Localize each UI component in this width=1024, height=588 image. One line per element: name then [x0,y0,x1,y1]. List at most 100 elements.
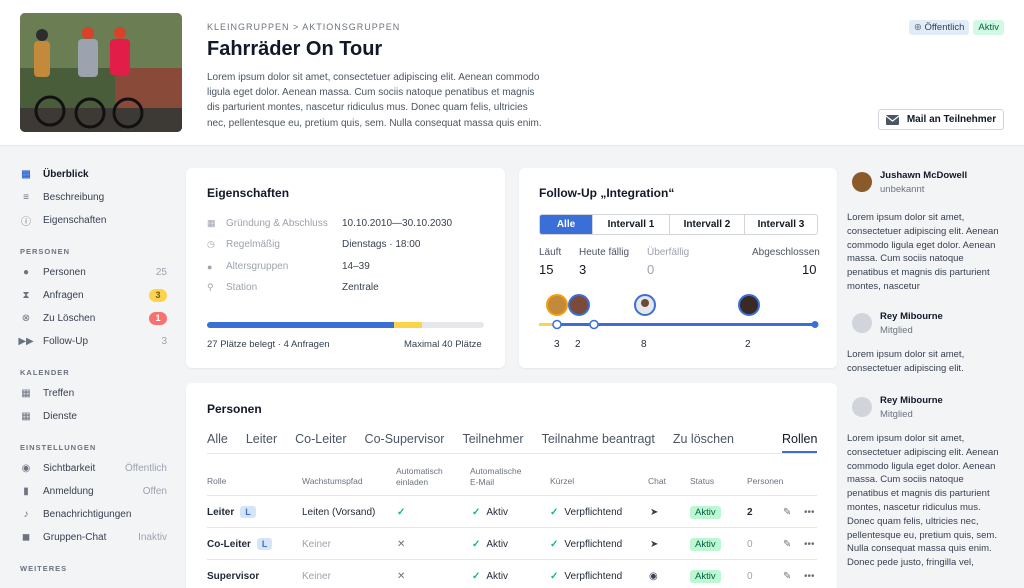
check-icon: ✓ [397,506,406,518]
eye-icon: ◉ [21,462,31,474]
edit-icon[interactable]: ✎ [783,528,791,560]
stat-due-label: Heute fällig [579,247,630,258]
tab-interval-1[interactable]: Intervall 1 [592,215,669,234]
breadcrumb[interactable]: KLEINGRUPPEN > AKTIONSGRUPPEN [207,22,400,32]
more-icon[interactable]: ••• [804,560,815,588]
check-icon: ✓ [550,506,559,518]
sidebar-item-registration[interactable]: ▮ Anmeldung Offen [20,481,167,501]
tab-co-leader[interactable]: Co-Leiter [295,432,346,446]
check-icon: ✓ [550,538,559,550]
clock-icon: ◷ [207,239,215,249]
hourglass-icon: ⧗ [22,289,30,301]
sidebar-section-calendar: KALENDER [20,368,70,377]
sidebar-item-requests[interactable]: ⧗ Anfragen 3 [20,285,167,305]
activity-author[interactable]: Rey Mibourne [880,311,943,322]
info-icon: ⓘ [21,216,31,228]
fast-forward-icon: ▶▶ [18,335,34,347]
capacity-requests [394,322,422,328]
tab-roles[interactable]: Rollen [782,432,818,453]
sidebar-item-overview[interactable]: ▦ Überblick [20,164,167,184]
stat-running-label: Läuft [539,247,562,258]
col-path[interactable]: Wachstumspfad [302,476,363,487]
tab-interval-2[interactable]: Intervall 2 [669,215,744,234]
col-role[interactable]: Rolle [207,476,226,487]
followup-timeline [539,294,819,330]
avatar[interactable] [634,294,656,316]
avatar[interactable] [852,313,872,333]
stat-due-value: 3 [579,262,587,277]
sidebar-item-meetings[interactable]: ▦ Treffen [20,383,167,403]
mail-participants-button[interactable]: Mail an Teilnehmer [878,109,1004,130]
table-row[interactable]: Supervisor Keiner ✕ ✓ Aktiv ✓ Verpflichten… [207,559,817,588]
check-icon: ✓ [550,570,559,582]
properties-title: Eigenschaften [207,186,290,200]
sidebar-item-visibility[interactable]: ◉ Sichtbarkeit Öffentlich [20,458,167,478]
sidebar-item-follow-up[interactable]: ▶▶ Follow-Up 3 [18,331,167,351]
visibility-badge: ⊕ Öffentlich [908,20,970,35]
globe-icon: ⊕ [913,22,925,33]
role-badge: L [240,506,256,518]
activity-author[interactable]: Rey Mibourne [880,395,943,406]
tab-co-supervisor[interactable]: Co-Supervisor [365,432,445,446]
col-auto-invite[interactable]: Automatisch einladen [396,466,454,488]
group-icon: ● [207,261,213,272]
capacity-filled [207,322,394,328]
tab-all[interactable]: Alle [540,215,592,234]
sidebar-item-persons[interactable]: ● Personen 25 [20,262,167,282]
avatar[interactable] [852,172,872,192]
col-status[interactable]: Status [690,476,714,487]
persons-title: Personen [207,402,262,416]
edit-icon[interactable]: ✎ [783,496,791,528]
group-description: Lorem ipsum dolor sit amet, consectetuer… [207,72,542,129]
activity-text: Lorem ipsum dolor sit amet, consectetuer… [847,349,965,374]
stat-running-value: 15 [539,262,554,277]
user-icon: ● [22,266,30,278]
stat-overdue-label: Überfällig [647,247,690,258]
group-header: KLEINGRUPPEN > AKTIONSGRUPPEN Fahrräder … [0,0,1024,146]
activity-role: Mitglied [880,409,913,420]
col-shortcode[interactable]: Kürzel [550,476,574,487]
sidebar-item-services[interactable]: ▦ Dienste [20,406,167,426]
group-photo [20,13,182,132]
page-title: Fahrräder On Tour [207,38,383,60]
sidebar-item-notifications[interactable]: ♪ Benachrichtigungen [20,504,167,524]
sidebar-item-description[interactable]: ≡ Beschreibung [20,187,167,207]
col-persons[interactable]: Personen [747,476,783,487]
more-icon[interactable]: ••• [804,528,815,560]
calendar-icon: ▦ [21,410,31,422]
calendar-icon: ▦ [207,218,216,228]
activity-text: Lorem ipsum dolor sit amet, consectetuer… [847,212,999,292]
tab-participants[interactable]: Teilnehmer [462,432,523,446]
grid-icon: ▦ [21,168,31,180]
send-icon[interactable]: ➤ [650,496,658,528]
avatar[interactable] [852,397,872,417]
activity-author[interactable]: Jushawn McDowell [880,170,967,181]
tab-requested[interactable]: Teilnahme beantragt [542,432,655,446]
tab-all[interactable]: Alle [207,432,228,446]
status-badge: Aktiv [690,537,721,551]
avatar[interactable] [546,294,568,316]
bell-icon: ♪ [23,508,29,520]
sidebar-item-group-chat[interactable]: ◼ Gruppen-Chat Inaktiv [20,527,167,547]
tab-to-delete[interactable]: Zu löschen [673,432,734,446]
delete-circle-icon: ⊗ [21,312,31,324]
col-chat[interactable]: Chat [648,476,666,487]
activity-role: unbekannt [880,184,925,195]
eye-icon[interactable]: ◉ [649,560,658,588]
tab-interval-3[interactable]: Intervall 3 [744,215,817,234]
col-auto-email[interactable]: Automatische E-Mail [470,466,530,488]
sidebar-item-to-delete[interactable]: ⊗ Zu Löschen 1 [20,308,167,328]
cross-icon: ✕ [397,538,406,550]
send-icon[interactable]: ➤ [650,528,658,560]
sidebar-section-more: WEITERES [20,564,68,573]
tab-leader[interactable]: Leiter [246,432,277,446]
avatar[interactable] [568,294,590,316]
edit-icon[interactable]: ✎ [783,560,791,588]
sidebar-item-properties[interactable]: ⓘ Eigenschaften [20,210,167,230]
table-row[interactable]: Leiter L Leiten (Vorsand) ✓ ✓ Aktiv ✓ Verpf… [207,495,817,527]
pin-icon: ⚲ [207,282,214,292]
avatar[interactable] [738,294,760,316]
table-row[interactable]: Co-Leiter L Keiner ✕ ✓ Aktiv ✓ Verpflichten… [207,527,817,559]
more-icon[interactable]: ••• [804,496,815,528]
envelope-icon [885,114,899,125]
